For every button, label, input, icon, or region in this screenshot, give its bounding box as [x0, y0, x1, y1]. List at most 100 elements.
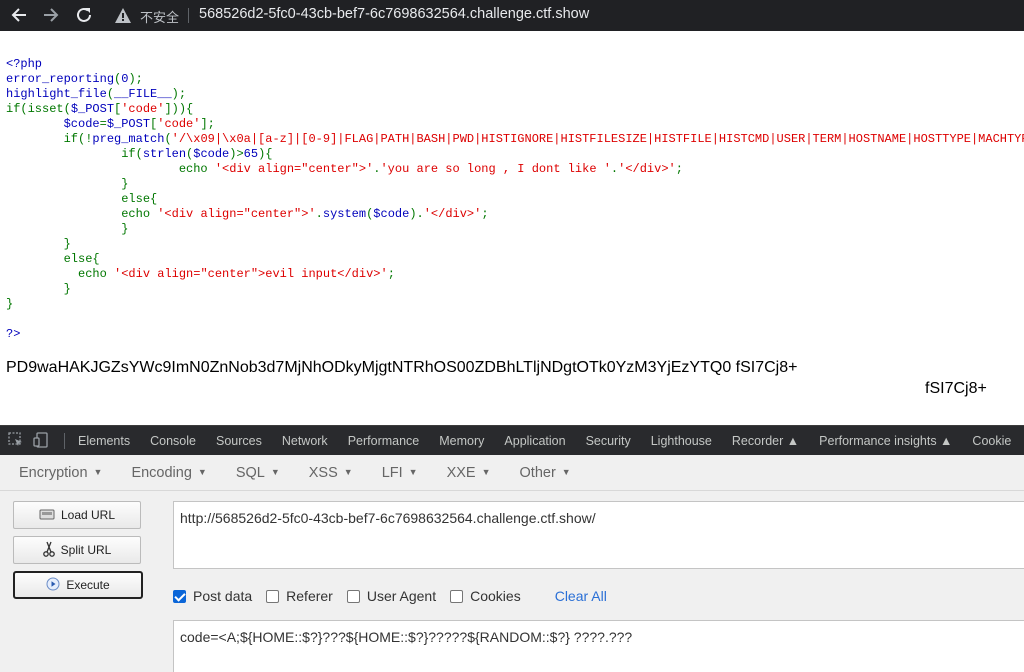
- devtools-tab-memory[interactable]: Memory: [429, 426, 494, 455]
- post-data-option[interactable]: Post data: [173, 588, 252, 604]
- caret-down-icon: ▼: [197, 467, 207, 477]
- source-token: __FILE__: [114, 87, 172, 101]
- source-line: $code=$_POST['code'];: [6, 117, 1024, 132]
- address-bar-url[interactable]: 568526d2-5fc0-43cb-bef7-6c7698632564.cha…: [199, 6, 589, 22]
- clear-all-link[interactable]: Clear All: [555, 588, 607, 604]
- source-line: }: [6, 282, 1024, 297]
- split-url-label: Split URL: [60, 543, 112, 557]
- devtools-tab-lighthouse[interactable]: Lighthouse: [641, 426, 722, 455]
- caret-down-icon: ▼: [343, 467, 353, 477]
- devtools-tab-security[interactable]: Security: [576, 426, 641, 455]
- devtools-tab-console[interactable]: Console: [140, 426, 206, 455]
- browser-toolbar: 不安全 568526d2-5fc0-43cb-bef7-6c7698632564…: [0, 0, 1024, 31]
- source-token: '</div>': [618, 162, 676, 176]
- devtools-tab-elements[interactable]: Elements: [68, 426, 140, 455]
- forward-arrow-icon[interactable]: [40, 4, 62, 26]
- hackbar-menu: Encryption ▼ Encoding ▼ SQL ▼ XSS ▼ LFI ▼ XXE ▼ Othe…: [0, 455, 1024, 491]
- source-token: ];: [200, 117, 215, 131]
- split-url-button[interactable]: Split URL: [13, 536, 141, 564]
- source-token: }: [6, 297, 14, 311]
- user-agent-option[interactable]: User Agent: [346, 588, 436, 604]
- source-token: .: [315, 207, 323, 221]
- source-token: );: [128, 72, 143, 86]
- hackbar-menu-encryption[interactable]: Encryption ▼: [0, 455, 112, 490]
- source-token: [6, 117, 64, 131]
- post-data-textarea[interactable]: code=<A;${HOME::$?}???${HOME::$?}?????${…: [173, 620, 1024, 672]
- caret-down-icon: ▼: [270, 467, 280, 477]
- hackbar-menu-label: Encoding: [131, 465, 192, 481]
- source-token: (: [164, 132, 172, 146]
- source-token: }: [6, 282, 71, 296]
- source-token: preg_match: [92, 132, 165, 146]
- hackbar-menu-label: Other: [519, 465, 556, 481]
- hackbar-menu-other[interactable]: Other ▼: [501, 455, 581, 490]
- source-token: $code: [373, 207, 410, 221]
- source-token: $code: [193, 147, 230, 161]
- post-data-checkbox[interactable]: [173, 589, 186, 603]
- devtools-tab-network[interactable]: Network: [272, 426, 338, 455]
- source-line: error_reporting(0);: [6, 72, 1024, 87]
- source-token: '<div align="center">evil input</div>': [114, 267, 388, 281]
- source-token: echo: [6, 267, 115, 281]
- source-token: ])){: [164, 102, 194, 116]
- command-output-line: PD9waHAKJGZsYWc9ImN0ZnNob3d7MjNhODkyMjgt…: [6, 359, 798, 376]
- back-arrow-icon[interactable]: [8, 4, 30, 26]
- omnibox-separator: [188, 8, 189, 23]
- source-line: }: [6, 177, 1024, 192]
- source-token: ;: [387, 267, 395, 281]
- source-token: ?>: [6, 327, 21, 341]
- source-token: $_POST: [106, 117, 151, 131]
- caret-down-icon: ▼: [481, 467, 491, 477]
- source-token: }: [6, 222, 129, 236]
- hackbar-menu-label: LFI: [381, 465, 403, 481]
- user-agent-checkbox[interactable]: [346, 589, 360, 603]
- source-token: '<div align="center">': [157, 207, 316, 221]
- hackbar-menu-label: XSS: [308, 465, 338, 481]
- source-token: ){: [258, 147, 273, 161]
- devtools-tab-sources[interactable]: Sources: [206, 426, 272, 455]
- device-toolbar-icon[interactable]: [33, 432, 49, 448]
- devtools-tab-recorder[interactable]: Recorder ▲: [722, 426, 809, 455]
- source-line: else{: [6, 192, 1024, 207]
- warning-triangle-icon[interactable]: [114, 7, 132, 24]
- source-token: 65: [243, 147, 259, 161]
- hackbar-menu-xss[interactable]: XSS ▼: [290, 455, 363, 490]
- source-token: 'code': [121, 102, 165, 116]
- source-token: ;: [675, 162, 683, 176]
- caret-down-icon: ▼: [93, 467, 103, 477]
- insecure-label[interactable]: 不安全: [140, 7, 179, 26]
- source-token: if(!: [6, 132, 93, 146]
- source-token: $code: [63, 117, 100, 131]
- hackbar-menu-xxe[interactable]: XXE ▼: [428, 455, 501, 490]
- referer-checkbox[interactable]: [266, 589, 280, 603]
- source-token: '<div align="center">': [214, 162, 374, 176]
- reload-icon[interactable]: [73, 4, 95, 26]
- hackbar-menu-sql[interactable]: SQL ▼: [217, 455, 290, 490]
- load-url-button[interactable]: Load URL: [13, 501, 141, 529]
- hackbar-menu-label: SQL: [235, 465, 265, 481]
- cookies-checkbox[interactable]: [450, 589, 464, 603]
- source-token: <?php: [6, 57, 43, 71]
- execute-button[interactable]: Execute: [13, 571, 143, 599]
- source-token: }: [6, 177, 129, 191]
- devtools-tabbar: Elements Console Sources Network Performance…: [0, 425, 1024, 455]
- referer-option[interactable]: Referer: [266, 588, 333, 604]
- source-line: echo '<div align="center">'.'you are so …: [6, 162, 1024, 177]
- hackbar-panel: Encryption ▼ Encoding ▼ SQL ▼ XSS ▼ LFI ▼ XXE ▼ Othe…: [0, 455, 1024, 672]
- devtools-tab-application[interactable]: Application: [494, 426, 575, 455]
- hackbar-menu-lfi[interactable]: LFI ▼: [363, 455, 428, 490]
- caret-down-icon: ▼: [408, 467, 418, 477]
- devtools-divider: [64, 433, 65, 449]
- url-textarea[interactable]: http://568526d2-5fc0-43cb-bef7-6c7698632…: [173, 501, 1024, 569]
- post-data-value: code=<A;${HOME::$?}???${HOME::$?}?????${…: [180, 629, 633, 645]
- source-token: echo: [6, 207, 158, 221]
- source-token: echo: [6, 162, 215, 176]
- devtools-tab-cookie[interactable]: Cookie: [962, 426, 1021, 455]
- source-line: <?php: [6, 57, 1024, 72]
- inspect-element-icon[interactable]: [8, 432, 24, 448]
- devtools-tab-performance-insights[interactable]: Performance insights ▲: [809, 426, 962, 455]
- devtools-tab-performance[interactable]: Performance: [338, 426, 430, 455]
- source-token: (: [106, 87, 115, 101]
- hackbar-menu-encoding[interactable]: Encoding ▼: [112, 455, 216, 490]
- cookies-option[interactable]: Cookies: [450, 588, 521, 604]
